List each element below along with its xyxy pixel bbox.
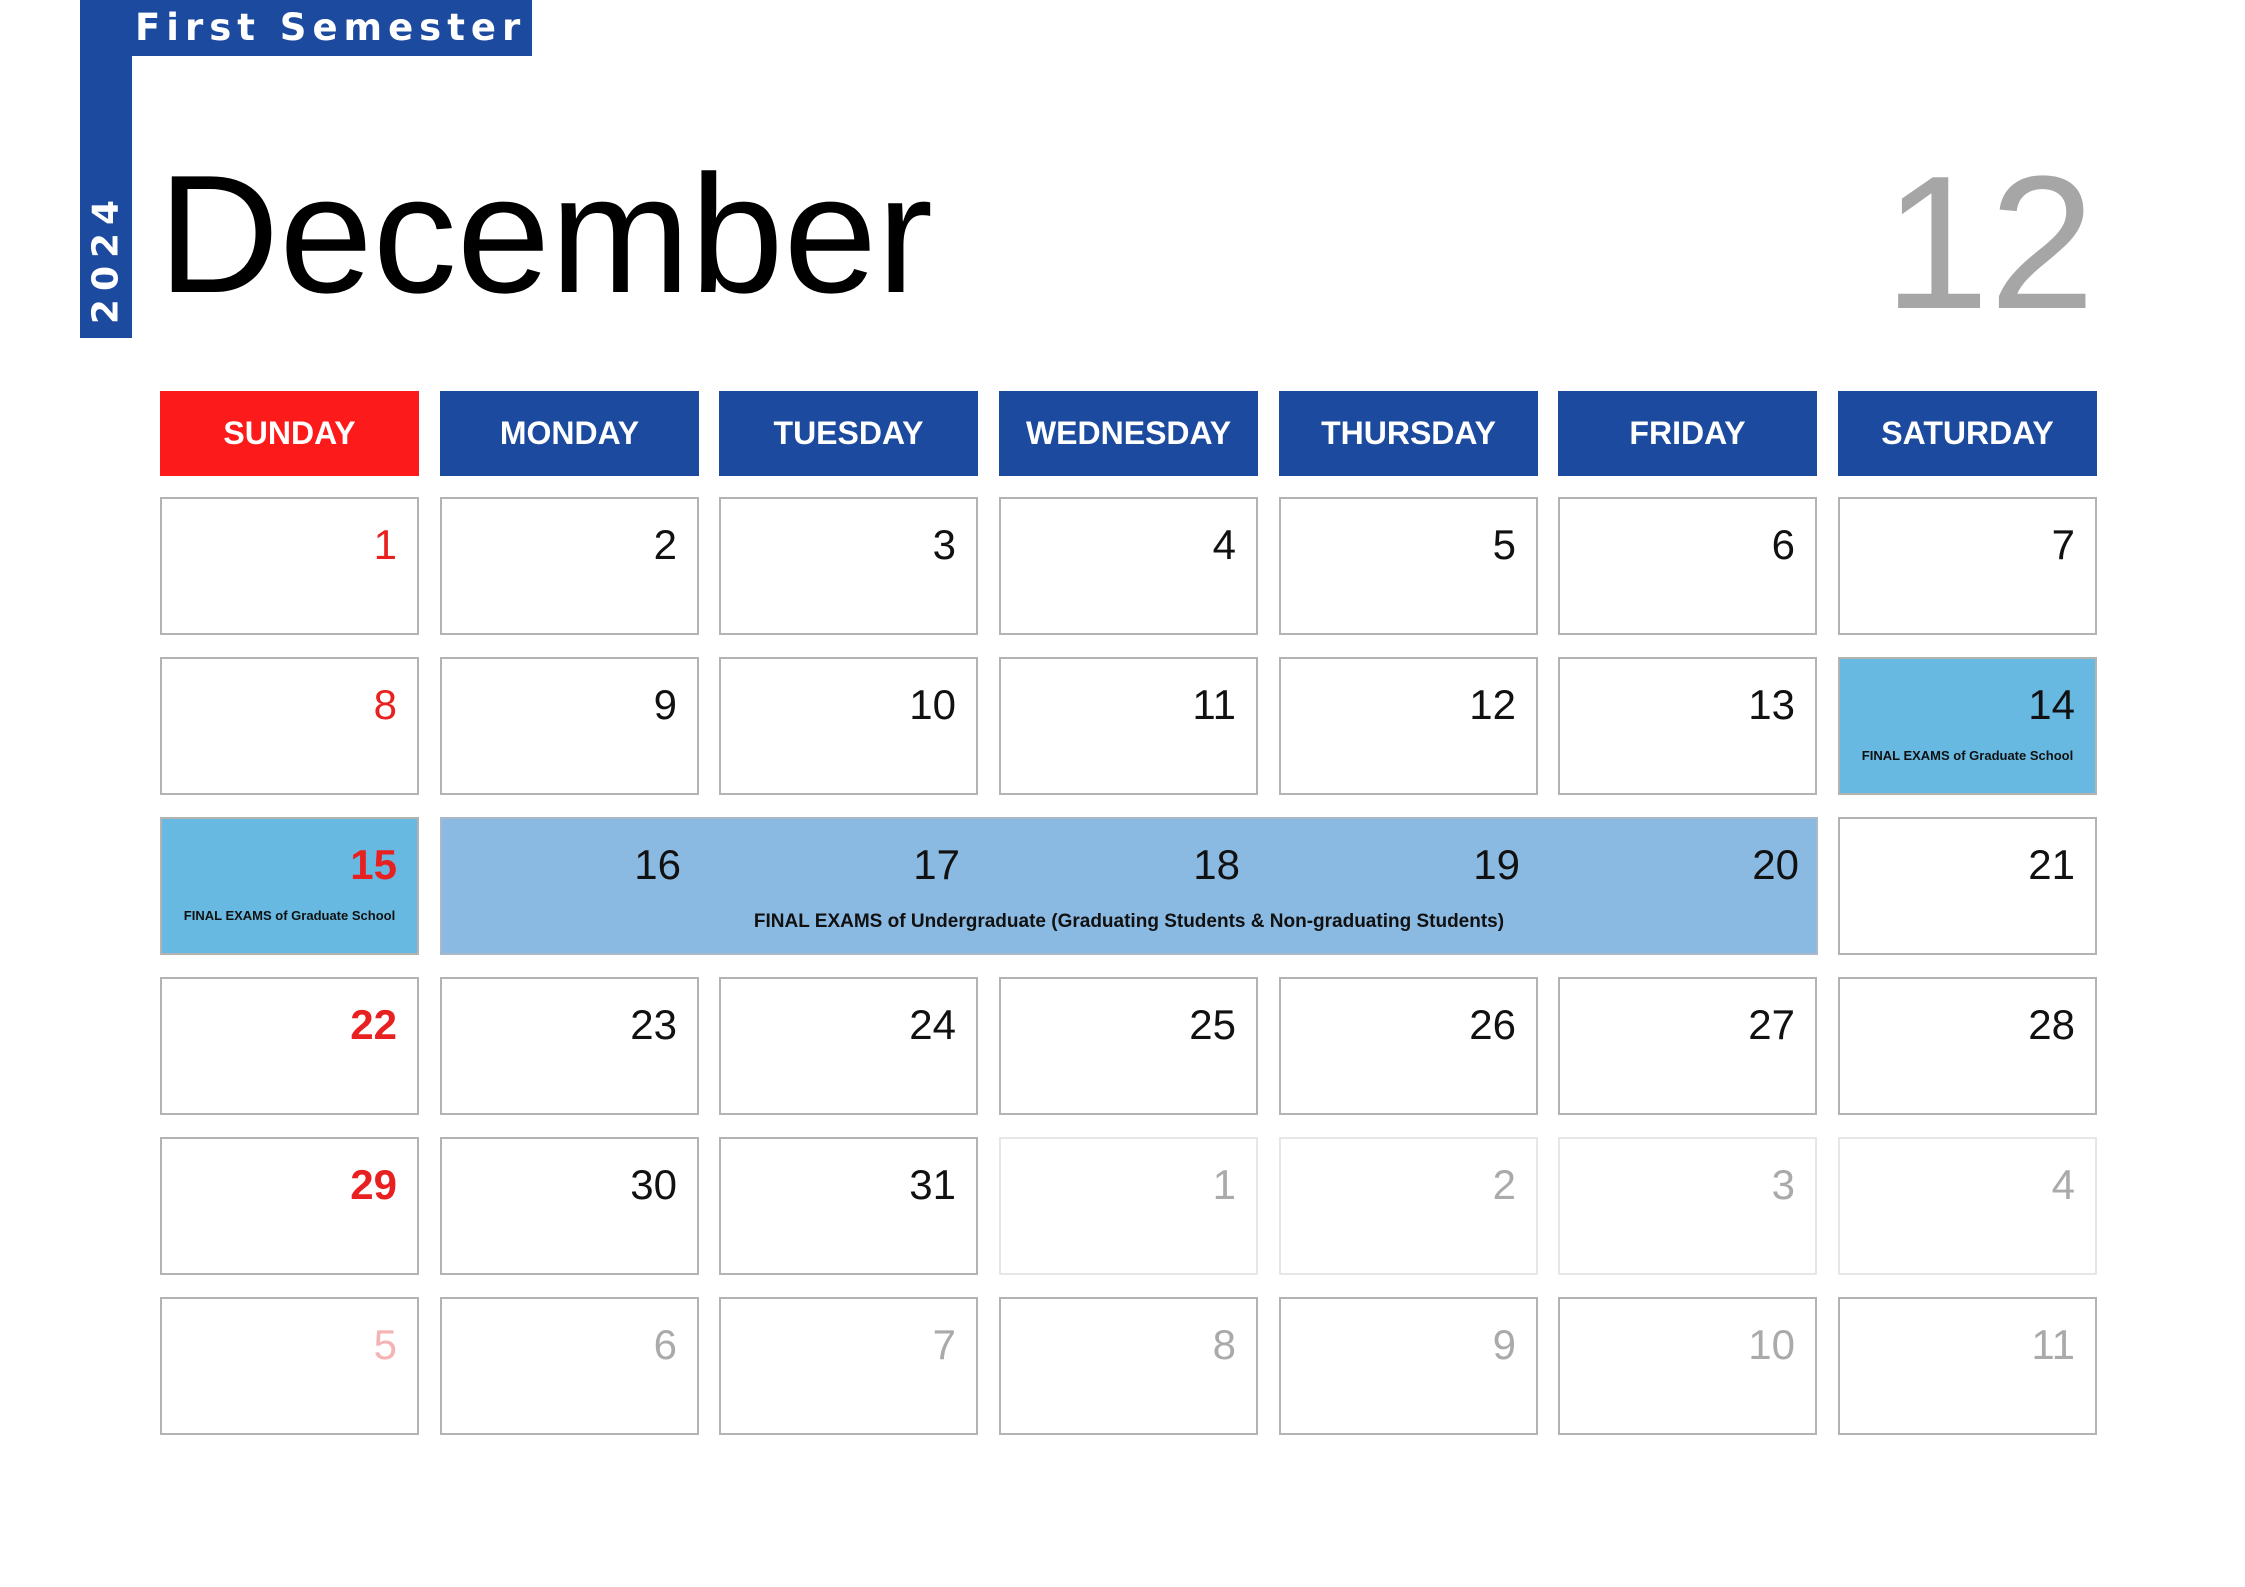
day-number: 2 <box>1492 1161 1516 1208</box>
day-cell[interactable]: 5 <box>1279 497 1538 635</box>
day-number: 22 <box>350 1001 397 1048</box>
day-number: 15 <box>350 841 397 888</box>
day-cell[interactable]: 28 <box>1838 977 2097 1115</box>
day-number: 7 <box>932 1321 956 1368</box>
day-number: 27 <box>1748 1001 1795 1048</box>
day-cell[interactable]: 8 <box>160 657 419 795</box>
weekday-header-thursday: THURSDAY <box>1279 391 1538 476</box>
day-number: 31 <box>909 1161 956 1208</box>
day-cell[interactable]: 12 <box>1279 657 1538 795</box>
day-number: 8 <box>1212 1321 1236 1368</box>
month-number: 12 <box>1883 137 2095 349</box>
day-cell[interactable]: 11 <box>999 657 1258 795</box>
day-number: 21 <box>2028 841 2075 888</box>
day-number[interactable]: 18 <box>1193 841 1240 889</box>
day-number: 9 <box>653 681 677 728</box>
semester-label: First Semester <box>135 6 527 49</box>
day-number: 3 <box>1771 1161 1795 1208</box>
day-cell[interactable]: 26 <box>1279 977 1538 1115</box>
weekday-header-tuesday: TUESDAY <box>719 391 978 476</box>
day-number: 28 <box>2028 1001 2075 1048</box>
event-label: FINAL EXAMS of Graduate School <box>1861 748 2074 763</box>
day-cell[interactable]: 24 <box>719 977 978 1115</box>
day-cell[interactable]: 13 <box>1558 657 1817 795</box>
day-cell[interactable]: 4 <box>1838 1137 2097 1275</box>
day-number[interactable]: 19 <box>1473 841 1520 889</box>
day-cell[interactable]: 9 <box>440 657 699 795</box>
day-number: 2 <box>653 521 677 568</box>
day-cell[interactable]: 2 <box>1279 1137 1538 1275</box>
undergrad-exam-span: 16 17 18 19 20 FINAL EXAMS of Undergraduate (… <box>440 817 1818 955</box>
day-number: 1 <box>373 521 397 568</box>
weekday-header-wednesday: WEDNESDAY <box>999 391 1258 476</box>
day-cell[interactable]: 6 <box>1558 497 1817 635</box>
day-number: 30 <box>630 1161 677 1208</box>
day-cell[interactable]: 2 <box>440 497 699 635</box>
day-cell[interactable]: 3 <box>719 497 978 635</box>
day-cell[interactable]: 15 FINAL EXAMS of Graduate School <box>160 817 419 955</box>
day-cell[interactable]: 6 <box>440 1297 699 1435</box>
day-cell[interactable]: 10 <box>1558 1297 1817 1435</box>
month-title: December <box>158 140 933 328</box>
day-number: 3 <box>932 521 956 568</box>
day-cell[interactable]: 23 <box>440 977 699 1115</box>
event-label: FINAL EXAMS of Undergraduate (Graduating… <box>753 911 1505 932</box>
day-number: 4 <box>1212 521 1236 568</box>
day-number: 7 <box>2051 521 2075 568</box>
day-cell[interactable]: 7 <box>719 1297 978 1435</box>
day-cell[interactable]: 27 <box>1558 977 1817 1115</box>
day-number: 10 <box>1748 1321 1795 1368</box>
day-number: 24 <box>909 1001 956 1048</box>
day-number: 6 <box>1771 521 1795 568</box>
day-cell[interactable]: 29 <box>160 1137 419 1275</box>
day-number: 11 <box>2031 1321 2075 1368</box>
day-number: 13 <box>1748 681 1795 728</box>
year-label: 2024 <box>85 191 127 325</box>
day-number[interactable]: 20 <box>1752 841 1799 889</box>
day-number: 8 <box>373 681 397 728</box>
day-cell[interactable]: 25 <box>999 977 1258 1115</box>
day-number[interactable]: 17 <box>913 841 960 889</box>
day-number: 14 <box>2028 681 2075 728</box>
day-number: 9 <box>1492 1321 1516 1368</box>
day-cell[interactable]: 22 <box>160 977 419 1115</box>
day-number: 25 <box>1189 1001 1236 1048</box>
day-cell[interactable]: 4 <box>999 497 1258 635</box>
day-number: 6 <box>653 1321 677 1368</box>
day-number: 1 <box>1212 1161 1236 1208</box>
day-number: 4 <box>2051 1161 2075 1208</box>
day-number: 23 <box>630 1001 677 1048</box>
day-cell[interactable]: 3 <box>1558 1137 1817 1275</box>
day-cell[interactable]: 31 <box>719 1137 978 1275</box>
day-cell[interactable]: 1 <box>160 497 419 635</box>
day-number[interactable]: 16 <box>634 841 681 889</box>
day-number: 26 <box>1469 1001 1516 1048</box>
day-cell[interactable]: 14 FINAL EXAMS of Graduate School <box>1838 657 2097 795</box>
day-cell[interactable]: 30 <box>440 1137 699 1275</box>
day-number: 5 <box>373 1321 397 1368</box>
day-number: 29 <box>350 1161 397 1208</box>
day-cell[interactable]: 21 <box>1838 817 2097 955</box>
weekday-header-monday: MONDAY <box>440 391 699 476</box>
day-number: 11 <box>1192 681 1236 728</box>
day-cell[interactable]: 11 <box>1838 1297 2097 1435</box>
day-cell[interactable]: 9 <box>1279 1297 1538 1435</box>
day-cell[interactable]: 8 <box>999 1297 1258 1435</box>
weekday-header-friday: FRIDAY <box>1558 391 1817 476</box>
day-number: 5 <box>1492 521 1516 568</box>
day-cell[interactable]: 5 <box>160 1297 419 1435</box>
day-number: 12 <box>1469 681 1516 728</box>
day-cell[interactable]: 10 <box>719 657 978 795</box>
day-cell[interactable]: 7 <box>1838 497 2097 635</box>
day-number: 10 <box>909 681 956 728</box>
event-label: FINAL EXAMS of Graduate School <box>183 908 396 923</box>
day-cell[interactable]: 1 <box>999 1137 1258 1275</box>
weekday-header-saturday: SATURDAY <box>1838 391 2097 476</box>
weekday-header-sunday: SUNDAY <box>160 391 419 476</box>
